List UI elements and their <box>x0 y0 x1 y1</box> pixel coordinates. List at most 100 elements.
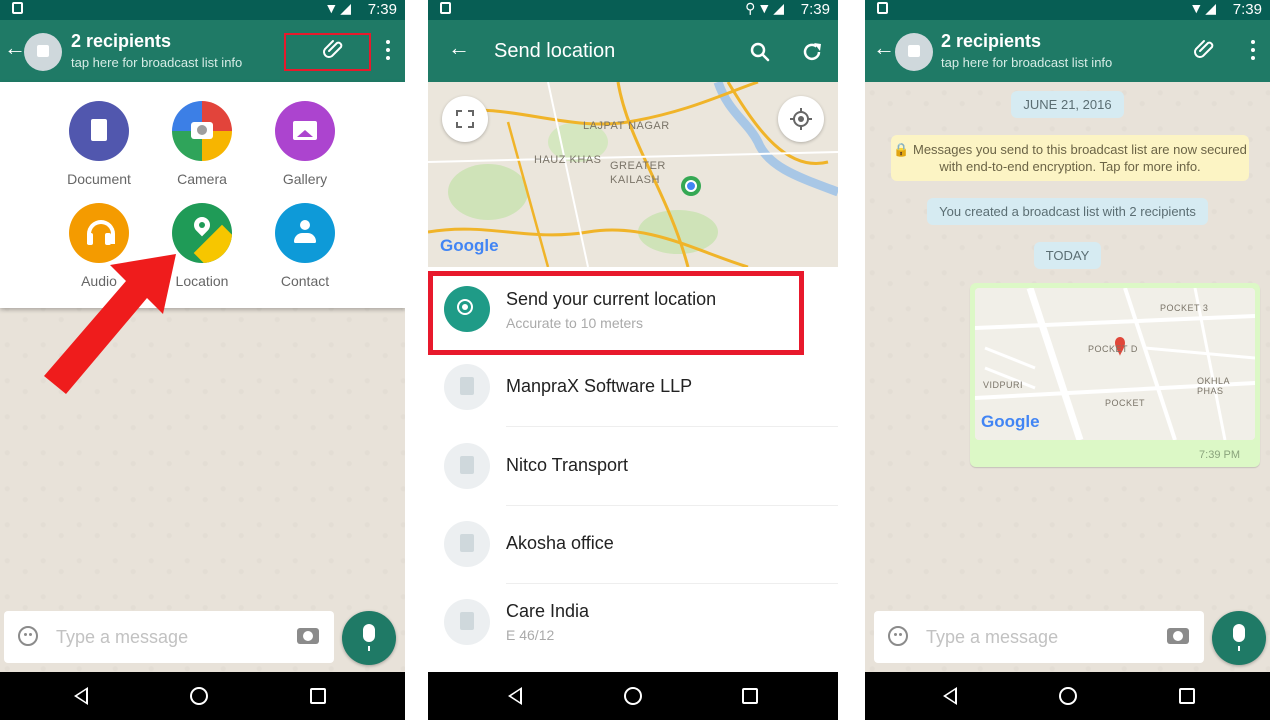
chat-title: 2 recipients <box>941 31 1042 51</box>
attach-label: Contact <box>280 273 330 289</box>
nav-bar <box>0 672 405 720</box>
google-logo: Google <box>440 236 499 256</box>
map-label: GREATER <box>610 160 666 172</box>
encryption-notice[interactable]: 🔒 Messages you send to this broadcast li… <box>891 135 1249 181</box>
today-chip-text: TODAY <box>1033 242 1102 269</box>
overflow-menu-icon[interactable] <box>385 40 391 60</box>
nav-home-icon[interactable] <box>624 687 642 705</box>
mic-icon <box>1233 624 1245 651</box>
gallery-icon <box>275 101 335 161</box>
refresh-icon[interactable] <box>800 40 824 64</box>
attach-camera-button[interactable]: Camera <box>157 101 247 187</box>
place-item[interactable]: Akosha office <box>428 505 838 583</box>
nav-home-icon[interactable] <box>1059 687 1077 705</box>
building-icon <box>444 521 490 567</box>
location-map[interactable]: LAJPAT NAGAR HAUZ KHAS GREATER KAILASH G… <box>428 82 838 267</box>
message-input[interactable]: Type a message <box>926 627 1058 648</box>
map-label: OKHLA PHAS <box>1197 376 1230 396</box>
camera-icon[interactable] <box>297 628 319 644</box>
place-item[interactable]: Nitco Transport <box>428 427 838 505</box>
system-message: You created a broadcast list with 2 reci… <box>865 198 1270 225</box>
message-time: 7:39 PM <box>1199 449 1240 461</box>
location-thumbnail-map: POCKET D POCKET 3 POCKET OKHLA PHAS VIDP… <box>975 288 1255 440</box>
attach-contact-button[interactable]: Contact <box>260 203 350 289</box>
mic-button[interactable] <box>1212 611 1266 665</box>
map-label: VIDPURI <box>983 380 1024 390</box>
attach-label: Gallery <box>282 171 328 187</box>
building-icon <box>444 443 490 489</box>
emoji-icon[interactable] <box>888 626 908 646</box>
paperclip-icon[interactable] <box>1193 37 1217 61</box>
broadcast-avatar[interactable] <box>24 33 62 71</box>
my-location-button[interactable] <box>778 96 824 142</box>
encryption-notice-text: Messages you send to this broadcast list… <box>912 142 1247 174</box>
nav-recents-icon[interactable] <box>310 688 326 704</box>
overflow-menu-icon[interactable] <box>1250 40 1256 60</box>
today-chip: TODAY <box>865 242 1270 269</box>
mic-button[interactable] <box>342 611 396 665</box>
camera-icon <box>172 101 232 161</box>
message-input[interactable]: Type a message <box>56 627 188 648</box>
current-location-highlight-box <box>428 271 804 355</box>
back-arrow-icon[interactable]: ← <box>873 37 895 59</box>
place-address: E 46/12 <box>506 627 555 643</box>
nav-recents-icon[interactable] <box>1179 688 1195 704</box>
nav-home-icon[interactable] <box>190 687 208 705</box>
nav-back-icon[interactable] <box>508 687 522 705</box>
fullscreen-button[interactable] <box>442 96 488 142</box>
notification-icon <box>440 2 451 14</box>
message-composer: Type a message <box>4 611 334 663</box>
lock-icon: 🔒 <box>893 142 910 157</box>
chat-title: 2 recipients <box>71 31 172 51</box>
phone-screen-chat: ▼◢ 7:39 ← 2 recipients tap here for broa… <box>865 0 1270 720</box>
message-composer: Type a message <box>874 611 1204 663</box>
map-label: POCKET 3 <box>1160 303 1209 313</box>
system-message-text: You created a broadcast list with 2 reci… <box>927 198 1208 225</box>
location-list: Send your current location Accurate to 1… <box>428 267 838 672</box>
attach-highlight-box <box>284 33 371 71</box>
camera-icon[interactable] <box>1167 628 1189 644</box>
person-icon <box>275 203 335 263</box>
location-message-bubble[interactable]: POCKET D POCKET 3 POCKET OKHLA PHAS VIDP… <box>970 283 1260 467</box>
emoji-icon[interactable] <box>18 626 38 646</box>
send-location-header: ← Send location <box>428 20 838 82</box>
status-time: 7:39 <box>367 1 397 18</box>
mic-icon <box>363 624 375 651</box>
attach-label: Document <box>67 171 131 187</box>
place-item[interactable]: Care India E 46/12 <box>428 583 838 661</box>
signal-icon: ▼◢ <box>324 0 353 16</box>
home-icon <box>444 599 490 645</box>
search-icon[interactable] <box>748 40 772 64</box>
document-icon <box>69 101 129 161</box>
broadcast-avatar[interactable] <box>895 33 933 71</box>
chat-subtitle: tap here for broadcast list info <box>71 55 243 70</box>
chat-header[interactable]: ← 2 recipients tap here for broadcast li… <box>865 20 1270 82</box>
attach-document-button[interactable]: Document <box>54 101 144 187</box>
status-time: 7:39 <box>1232 1 1262 18</box>
attach-label: Camera <box>177 171 227 187</box>
nav-back-icon[interactable] <box>74 687 88 705</box>
google-logo-text: Google <box>981 412 1040 431</box>
chat-subtitle: tap here for broadcast list info <box>941 55 1113 70</box>
map-label: HAUZ KHAS <box>534 154 602 166</box>
nav-bar <box>865 672 1270 720</box>
status-time: 7:39 <box>800 1 830 18</box>
building-icon <box>444 364 490 410</box>
back-arrow-icon[interactable]: ← <box>448 37 470 59</box>
page-title: Send location <box>494 40 616 62</box>
nav-recents-icon[interactable] <box>742 688 758 704</box>
map-label: KAILASH <box>610 174 660 186</box>
google-logo-text: Google <box>440 236 499 255</box>
status-bar: ▼◢ 7:39 <box>865 0 1270 20</box>
place-name: Nitco Transport <box>506 455 629 475</box>
status-bar: ⚲▼◢ 7:39 <box>428 0 838 20</box>
phone-screen-send-location: ⚲▼◢ 7:39 ← Send location LAJPAT NAGAR HA… <box>428 0 838 720</box>
back-arrow-icon[interactable]: ← <box>4 37 26 59</box>
place-item[interactable]: ManpraX Software LLP <box>428 348 838 426</box>
nav-back-icon[interactable] <box>943 687 957 705</box>
attach-gallery-button[interactable]: Gallery <box>260 101 350 187</box>
place-name: Care India <box>506 601 590 621</box>
notification-icon <box>12 2 23 14</box>
phone-screen-attach: ▼◢ 7:39 ← 2 recipients tap here for broa… <box>0 0 405 720</box>
notification-icon <box>877 2 888 14</box>
